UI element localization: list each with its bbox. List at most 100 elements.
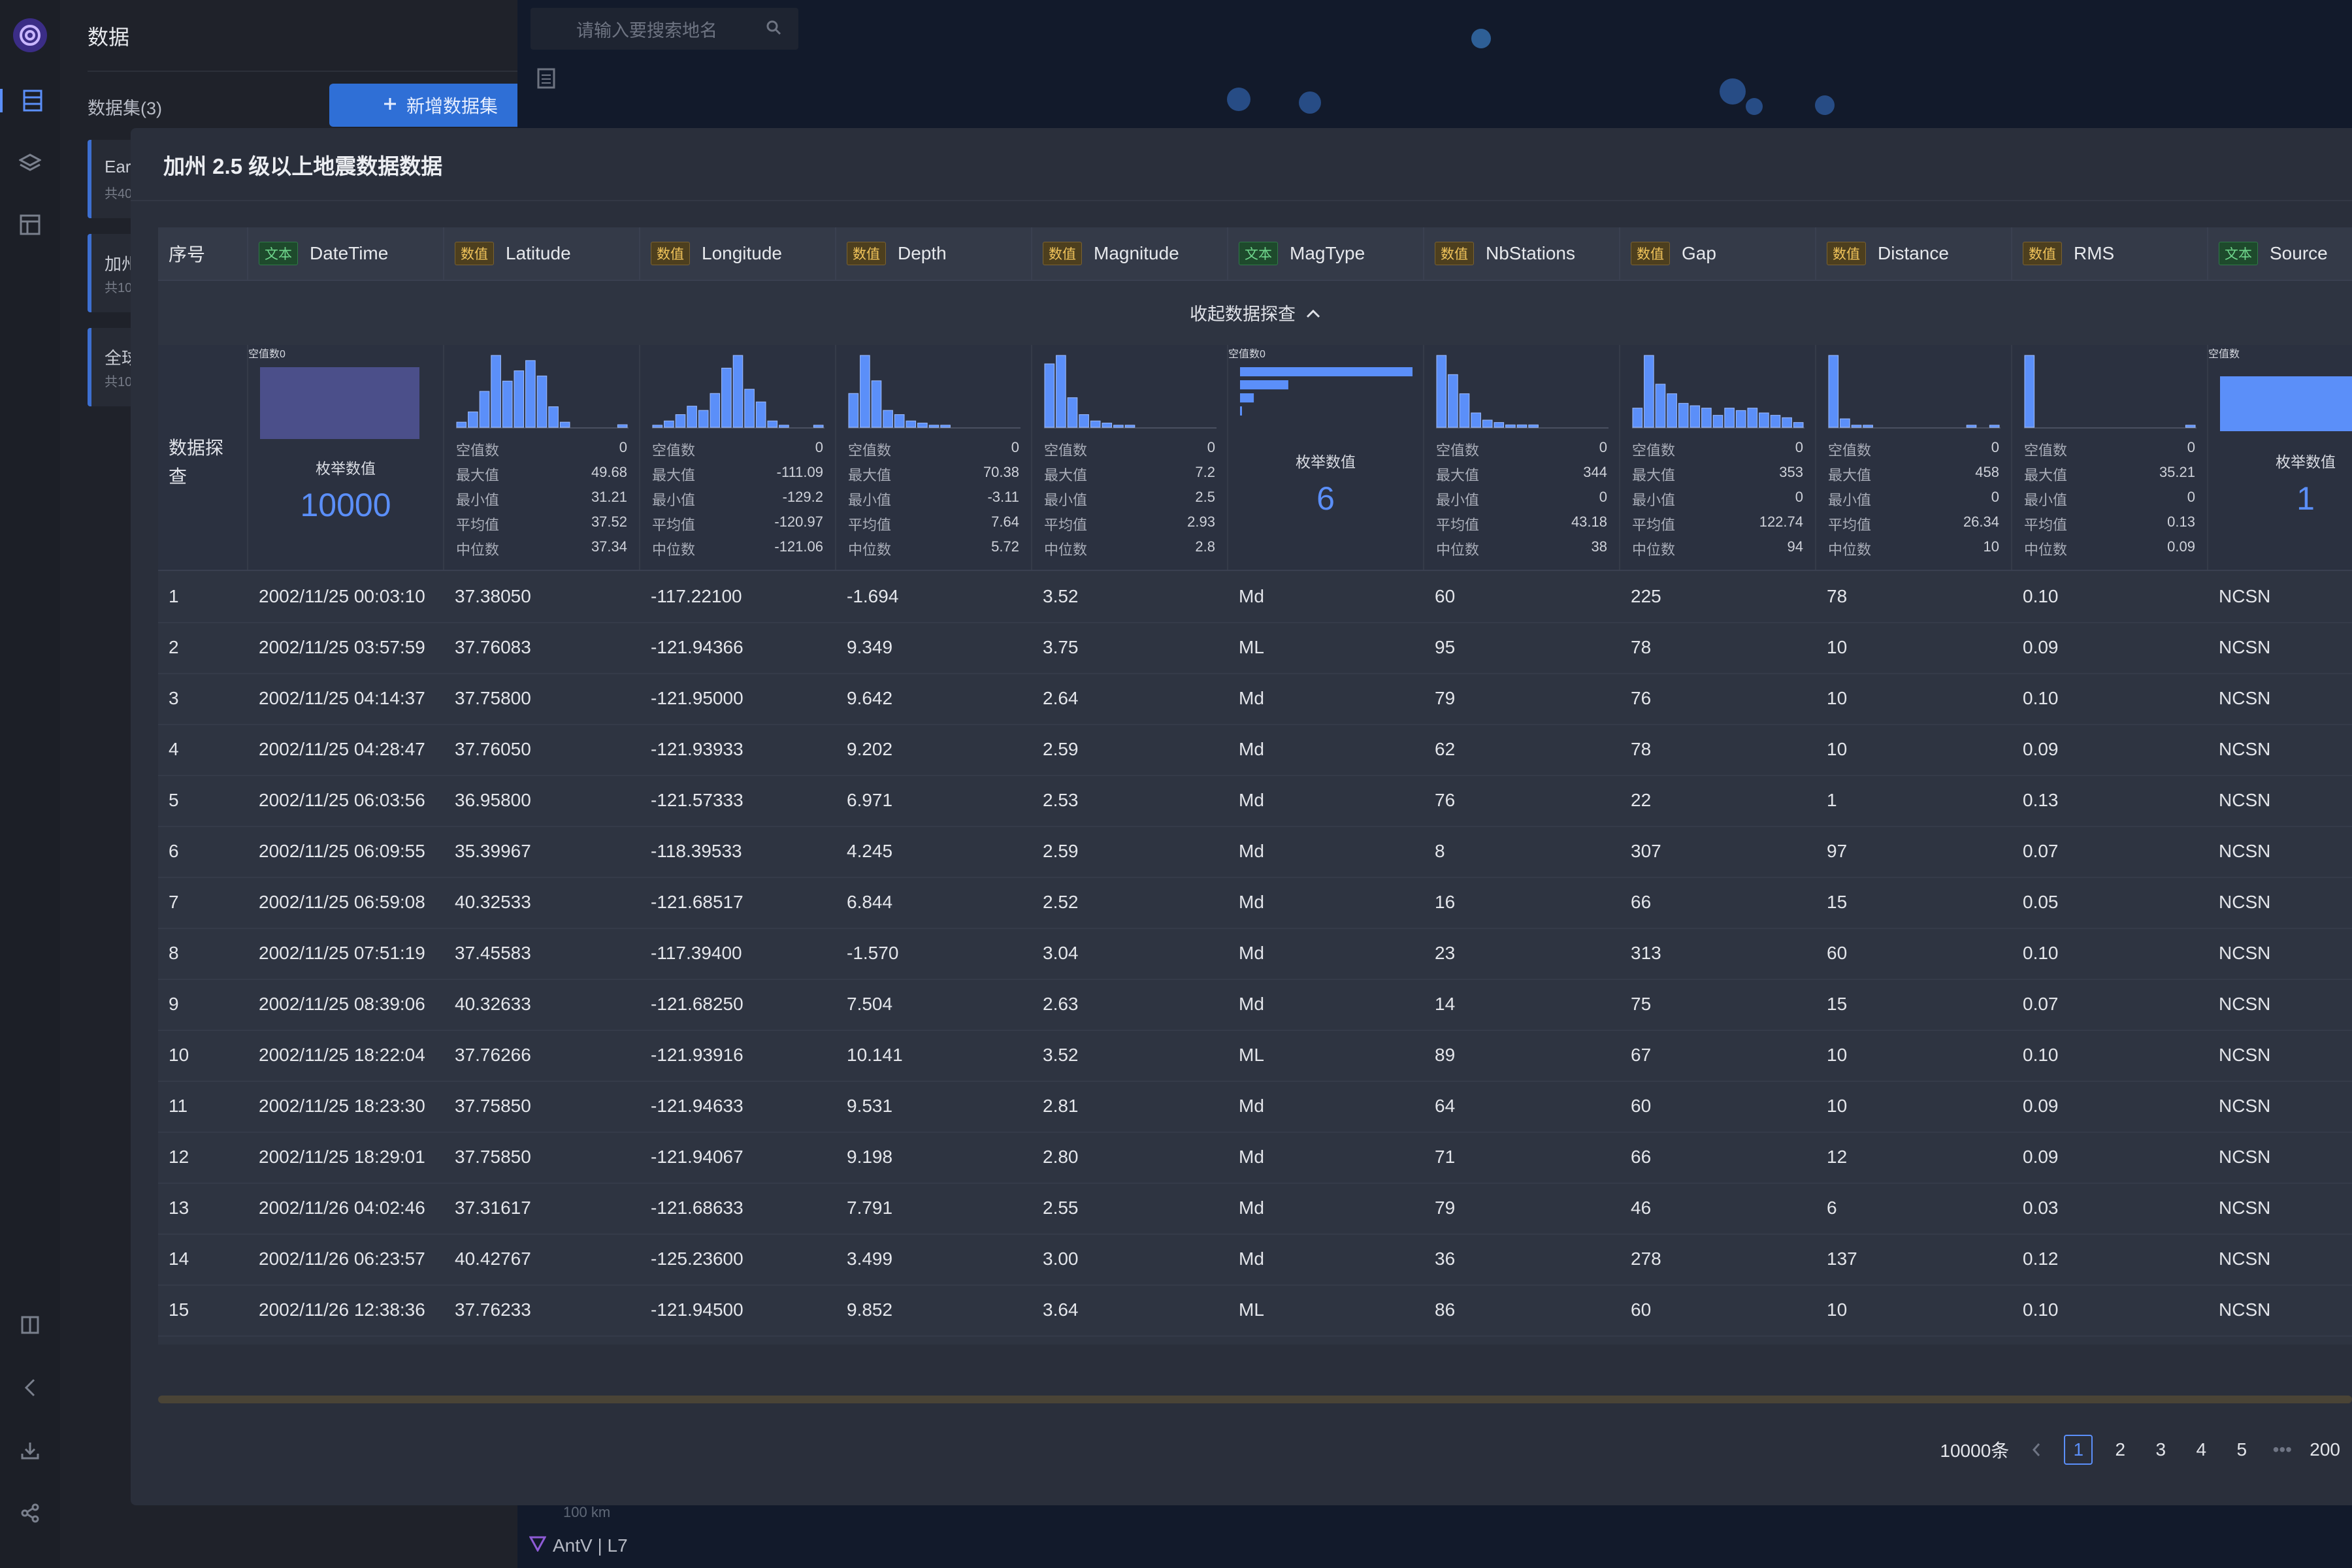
cell-mag: 2.64 bbox=[1043, 688, 1079, 708]
cell-gap: 46 bbox=[1631, 1198, 1652, 1218]
cell-gap: 76 bbox=[1631, 688, 1652, 708]
table-row[interactable]: 10 2002/11/25 18:22:04 37.76266 -121.93916 1… bbox=[158, 1030, 2352, 1082]
stat-row-null: 空值数 0 bbox=[2024, 439, 2195, 464]
histogram-bar bbox=[1712, 415, 1723, 428]
divider bbox=[88, 71, 517, 72]
stat-row-median: 中位数 0.09 bbox=[2024, 538, 2195, 563]
column-header-depth[interactable]: 数值 Depth bbox=[836, 227, 1032, 280]
cell-nbs: 62 bbox=[1435, 739, 1456, 759]
stat-value: -111.09 bbox=[776, 464, 823, 480]
cell-datetime: 2002/11/25 06:03:56 bbox=[259, 790, 425, 810]
column-header-dist[interactable]: 数值 Distance bbox=[1816, 227, 2012, 280]
stat-label: 中位数 bbox=[652, 542, 696, 558]
cell-rms: 0.09 bbox=[2023, 1096, 2059, 1116]
table-row[interactable]: 9 2002/11/25 08:39:06 40.32633 -121.68250 7.… bbox=[158, 979, 2352, 1031]
layout-icon[interactable] bbox=[18, 213, 42, 237]
enum-bar bbox=[1240, 367, 1413, 376]
histogram-bar bbox=[813, 425, 824, 428]
column-header-gap[interactable]: 数值 Gap bbox=[1620, 227, 1816, 280]
search-icon[interactable] bbox=[766, 20, 781, 40]
list-icon[interactable] bbox=[537, 68, 555, 92]
cell-datetime: 2002/11/25 08:39:06 bbox=[259, 994, 425, 1014]
column-header-label: Latitude bbox=[506, 243, 571, 263]
column-header-magtype[interactable]: 文本 MagType bbox=[1228, 227, 1424, 280]
cell-gap: 66 bbox=[1631, 1147, 1652, 1167]
column-header-lon[interactable]: 数值 Longitude bbox=[640, 227, 836, 280]
page-button[interactable]: 5 bbox=[2229, 1436, 2255, 1463]
table-row[interactable]: 8 2002/11/25 07:51:19 37.45583 -117.39400 -1… bbox=[158, 928, 2352, 980]
cell-mag: 3.00 bbox=[1043, 1249, 1079, 1269]
page-button[interactable]: 1 bbox=[2064, 1435, 2093, 1465]
map-point bbox=[1815, 95, 1835, 115]
column-header-rms[interactable]: 数值 RMS bbox=[2012, 227, 2208, 280]
explore-cell-lon: 空值数 0 最大值 -111.09 最小值 -129.2 平均值 -120.97 中位数 -121… bbox=[640, 345, 836, 570]
cell-lon: -121.57333 bbox=[651, 790, 743, 810]
enum-bar bbox=[1240, 406, 1242, 416]
column-header-mag[interactable]: 数值 Magnitude bbox=[1032, 227, 1228, 280]
table-row[interactable]: 15 2002/11/26 12:38:36 37.76233 -121.94500 9… bbox=[158, 1284, 2352, 1337]
column-header-index[interactable]: 序号 bbox=[158, 227, 248, 280]
column-header-datetime[interactable]: 文本 DateTime bbox=[248, 227, 444, 280]
table-row[interactable]: 2 2002/11/25 03:57:59 37.76083 -121.94366 9.… bbox=[158, 622, 2352, 674]
column-header-nbs[interactable]: 数值 NbStations bbox=[1424, 227, 1620, 280]
cell-lat: 36.95800 bbox=[455, 790, 531, 810]
stat-value: 0 bbox=[1260, 349, 1266, 360]
stat-value: 2.5 bbox=[1195, 489, 1215, 505]
page-ellipsis[interactable]: ••• bbox=[2269, 1436, 2295, 1463]
table-row[interactable]: 13 2002/11/26 04:02:46 37.31617 -121.68633 7… bbox=[158, 1183, 2352, 1235]
stat-row-max: 最大值 458 bbox=[1828, 464, 1999, 489]
stat-label: 最大值 bbox=[1044, 467, 1088, 483]
cell-lon: -121.94633 bbox=[651, 1096, 743, 1116]
cell-index: 3 bbox=[169, 688, 179, 708]
page-button[interactable]: 4 bbox=[2188, 1436, 2214, 1463]
layers-icon[interactable] bbox=[18, 152, 42, 175]
column-type-tag: 数值 bbox=[1827, 242, 1866, 265]
cell-magtype: ML bbox=[1239, 1299, 1264, 1320]
table-row[interactable]: 14 2002/11/26 06:23:57 40.42767 -125.23600 3… bbox=[158, 1233, 2352, 1286]
table-icon[interactable] bbox=[0, 89, 63, 112]
explore-row: 数据探查 枚举数值 10000 空值数0 空值数 0 最大值 49.68 最小值 31.21 平均值… bbox=[158, 345, 2352, 571]
histogram-bar bbox=[1667, 393, 1677, 428]
table-row[interactable]: 5 2002/11/25 06:03:56 36.95800 -121.57333 6.… bbox=[158, 775, 2352, 827]
collapse-left-icon[interactable] bbox=[18, 1376, 42, 1399]
share-icon[interactable] bbox=[18, 1501, 42, 1525]
explore-cell-depth: 空值数 0 最大值 70.38 最小值 -3.11 平均值 7.64 中位数 5.72 bbox=[836, 345, 1032, 570]
page-button[interactable]: 200 bbox=[2310, 1436, 2340, 1463]
table-row[interactable]: 1 2002/11/25 00:03:10 37.38050 -117.22100 -1… bbox=[158, 571, 2352, 623]
histogram-bar bbox=[1448, 374, 1458, 428]
map-search-input[interactable]: 请输入要搜索地名 bbox=[531, 8, 798, 50]
histogram-bar bbox=[1056, 355, 1066, 428]
horizontal-scrollbar[interactable] bbox=[158, 1396, 2352, 1403]
stat-row-mean: 平均值 37.52 bbox=[456, 514, 627, 538]
prev-page-icon[interactable] bbox=[2023, 1436, 2050, 1463]
histogram-bar bbox=[491, 355, 501, 428]
page-button[interactable]: 2 bbox=[2107, 1436, 2133, 1463]
table-row[interactable]: 7 2002/11/25 06:59:08 40.32533 -121.68517 6.… bbox=[158, 877, 2352, 929]
table-row[interactable]: 3 2002/11/25 04:14:37 37.75800 -121.95000 9.… bbox=[158, 673, 2352, 725]
book-icon[interactable] bbox=[18, 1313, 42, 1337]
cell-depth: 9.642 bbox=[847, 688, 893, 708]
enum-bar bbox=[260, 367, 419, 439]
logo-icon[interactable] bbox=[13, 18, 47, 52]
cell-rms: 0.10 bbox=[2023, 688, 2059, 708]
map-view[interactable]: 请输入要搜索地名 bbox=[517, 0, 2352, 131]
cell-datetime: 2002/11/26 12:38:36 bbox=[259, 1299, 425, 1320]
cell-mag: 2.53 bbox=[1043, 790, 1079, 810]
cell-source: NCSN bbox=[2219, 790, 2271, 810]
table-row[interactable]: 6 2002/11/25 06:09:55 35.39967 -118.39533 4.… bbox=[158, 826, 2352, 878]
table-row[interactable]: 162002/11/26 14:01:3237.76167-121.945509… bbox=[158, 1335, 2352, 1345]
page-button[interactable]: 3 bbox=[2148, 1436, 2174, 1463]
table-row[interactable]: 12 2002/11/25 18:29:01 37.75850 -121.94067 9… bbox=[158, 1132, 2352, 1184]
pagination-total: 10000条 bbox=[1940, 1441, 2010, 1461]
histogram bbox=[1632, 355, 1805, 429]
histogram-bar bbox=[2024, 355, 2035, 428]
cell-gap: 78 bbox=[1631, 637, 1652, 657]
column-header-source[interactable]: 文本 Source bbox=[2208, 227, 2352, 280]
column-header-lat[interactable]: 数值 Latitude bbox=[444, 227, 640, 280]
cell-nbs: 16 bbox=[1435, 892, 1456, 912]
table-row[interactable]: 11 2002/11/25 18:23:30 37.75850 -121.94633 9… bbox=[158, 1081, 2352, 1133]
download-icon[interactable] bbox=[18, 1439, 42, 1462]
map-point bbox=[1471, 29, 1491, 48]
collapse-explore-button[interactable]: 收起数据探查 bbox=[158, 280, 2352, 346]
table-row[interactable]: 4 2002/11/25 04:28:47 37.76050 -121.93933 9.… bbox=[158, 724, 2352, 776]
